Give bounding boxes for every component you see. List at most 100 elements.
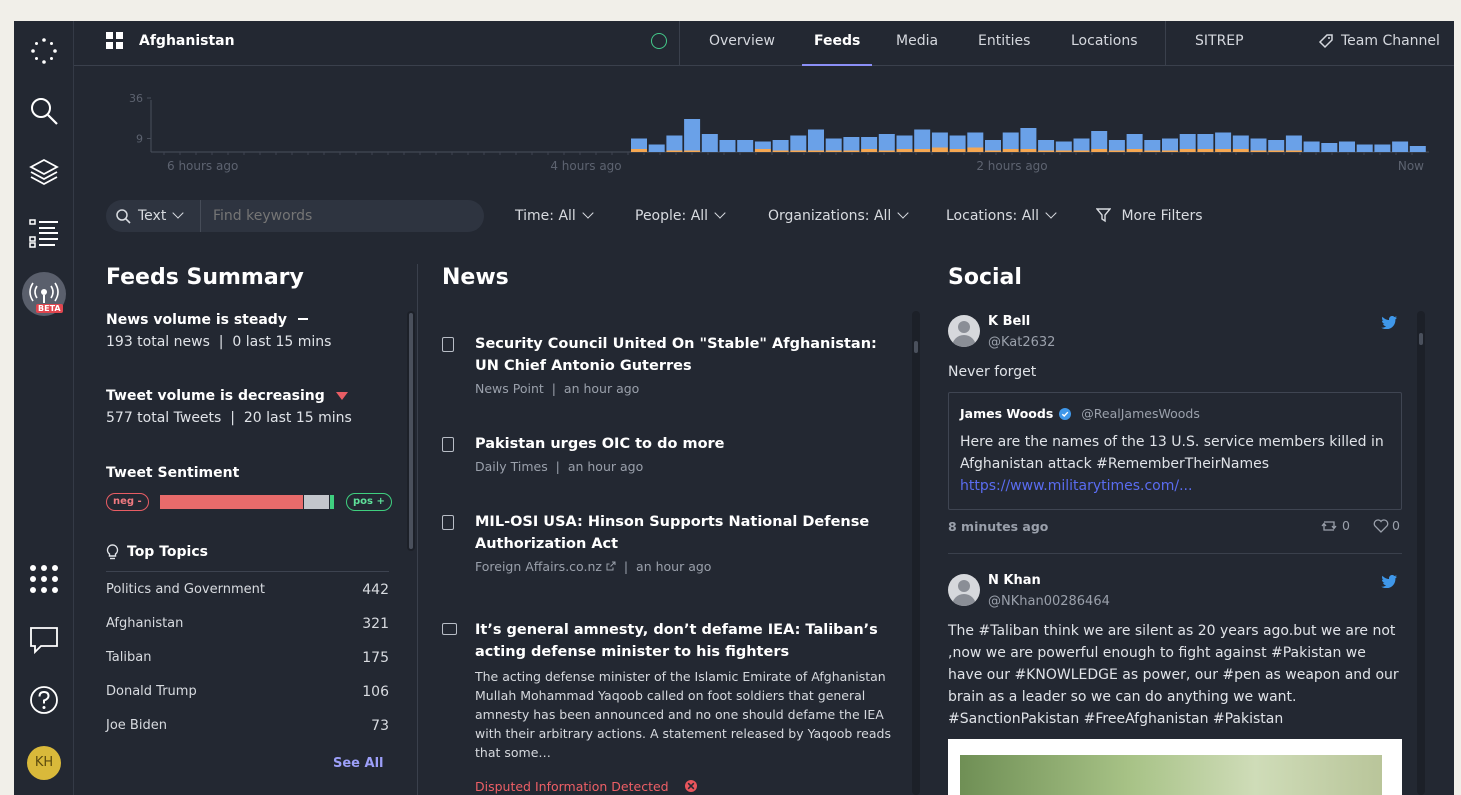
- histogram-bar-social[interactable]: [825, 138, 842, 151]
- news-scrollbar[interactable]: [912, 311, 920, 795]
- histogram-bar-news[interactable]: [985, 150, 1001, 153]
- tab-overview[interactable]: Overview: [709, 21, 775, 66]
- histogram-bar-social[interactable]: [843, 137, 860, 151]
- disputed-info-flag[interactable]: Disputed Information Detected: [475, 778, 902, 794]
- histogram-bar-social[interactable]: [931, 132, 948, 148]
- tab-entities[interactable]: Entities: [978, 21, 1030, 66]
- histogram-bar-social[interactable]: [719, 140, 736, 152]
- topic-row[interactable]: Politics and Government 442: [106, 582, 389, 602]
- histogram-bar-social[interactable]: [949, 135, 966, 150]
- more-filters-button[interactable]: More Filters: [1095, 200, 1203, 232]
- time-filter-dropdown[interactable]: Time: All: [515, 200, 594, 232]
- histogram-bar-social[interactable]: [701, 134, 718, 152]
- histogram-bar-news[interactable]: [1144, 150, 1161, 153]
- summary-scroll-thumb[interactable]: [409, 313, 413, 549]
- app-logo-icon[interactable]: [14, 31, 74, 71]
- social-scrollbar[interactable]: [1417, 311, 1425, 795]
- histogram-bar-news[interactable]: [1197, 149, 1214, 152]
- histogram-bar-news[interactable]: [1215, 149, 1232, 152]
- histogram-bar-social[interactable]: [1250, 138, 1267, 151]
- histogram-bar-social[interactable]: [1339, 141, 1355, 153]
- histogram-bar-social[interactable]: [878, 134, 895, 151]
- tab-media[interactable]: Media: [896, 21, 938, 66]
- tweet-author-handle[interactable]: @Kat2632: [988, 335, 1055, 350]
- layers-icon[interactable]: [14, 152, 74, 192]
- histogram-bar-social[interactable]: [1197, 134, 1214, 149]
- chat-icon[interactable]: [14, 620, 74, 660]
- tweet-author-avatar[interactable]: [948, 574, 980, 606]
- quoted-author-name[interactable]: James Woods: [960, 406, 1053, 421]
- news-item[interactable]: Pakistan urges OIC to do more Daily Time…: [442, 433, 902, 474]
- news-item[interactable]: It’s general amnesty, don’t defame IEA: …: [442, 619, 902, 794]
- tweet-author-name[interactable]: K Bell: [988, 314, 1030, 329]
- team-channel-button[interactable]: Team Channel: [1318, 21, 1440, 61]
- histogram-bar-social[interactable]: [1374, 144, 1391, 153]
- histogram-bar-social[interactable]: [808, 129, 824, 151]
- histogram-bar-social[interactable]: [1002, 132, 1019, 150]
- histogram-bar-social[interactable]: [896, 135, 913, 150]
- histogram-bar-news[interactable]: [843, 150, 860, 153]
- search-icon[interactable]: [14, 91, 74, 131]
- histogram-bar-news[interactable]: [1285, 150, 1302, 153]
- histogram-bar-news[interactable]: [1268, 150, 1285, 153]
- histogram-bar-news[interactable]: [861, 149, 878, 152]
- quoted-tweet[interactable]: James Woods @RealJamesWoods Here are the…: [948, 392, 1402, 510]
- histogram-bar-social[interactable]: [772, 140, 789, 151]
- histogram-bar-social[interactable]: [1285, 135, 1302, 151]
- histogram-bar-social[interactable]: [648, 144, 665, 153]
- histogram-bar-news[interactable]: [684, 150, 701, 153]
- histogram-bar-social[interactable]: [1268, 140, 1285, 151]
- histogram-bar-social[interactable]: [1055, 141, 1072, 151]
- topic-row[interactable]: Taliban 175: [106, 650, 389, 670]
- people-filter-dropdown[interactable]: People: All: [635, 200, 726, 232]
- histogram-bar-social[interactable]: [1392, 141, 1409, 153]
- external-link-icon[interactable]: [606, 561, 616, 571]
- histogram-bar-social[interactable]: [1409, 146, 1426, 152]
- histogram-bar-social[interactable]: [1321, 143, 1338, 152]
- histogram-bar-news[interactable]: [1126, 149, 1143, 152]
- histogram-bar-social[interactable]: [967, 132, 984, 148]
- histogram-bar-news[interactable]: [931, 147, 948, 153]
- tweet-author-handle[interactable]: @NKhan00286464: [988, 594, 1110, 609]
- histogram-bar-social[interactable]: [1073, 138, 1090, 151]
- histogram-bar-social[interactable]: [1232, 135, 1249, 150]
- histogram-bar-news[interactable]: [1091, 149, 1108, 152]
- quoted-author-handle[interactable]: @RealJamesWoods: [1081, 406, 1200, 421]
- tab-sitrep[interactable]: SITREP: [1195, 21, 1244, 66]
- histogram-bar-social[interactable]: [1020, 128, 1037, 149]
- tab-feeds[interactable]: Feeds: [802, 21, 873, 66]
- histogram-bar-social[interactable]: [631, 138, 647, 150]
- histogram-bar-news[interactable]: [1179, 149, 1196, 152]
- histogram-bar-news[interactable]: [1002, 149, 1019, 152]
- histogram-bar-social[interactable]: [790, 135, 807, 151]
- apps-grid-icon[interactable]: [14, 559, 74, 599]
- histogram-bar-social[interactable]: [1303, 141, 1320, 153]
- histogram-bar-news[interactable]: [1162, 150, 1178, 153]
- histogram-bar-social[interactable]: [1179, 134, 1196, 149]
- histogram-bar-social[interactable]: [666, 135, 683, 151]
- histogram-bar-social[interactable]: [1356, 144, 1373, 153]
- news-headline[interactable]: MIL-OSI USA: Hinson Supports National De…: [475, 511, 902, 555]
- locations-filter-dropdown[interactable]: Locations: All: [946, 200, 1057, 232]
- histogram-bar-news[interactable]: [631, 149, 647, 152]
- twitter-bird-icon[interactable]: [1381, 316, 1397, 329]
- histogram-bar-news[interactable]: [1073, 150, 1090, 153]
- news-headline[interactable]: Security Council United On "Stable" Afgh…: [475, 333, 902, 377]
- histogram-bar-news[interactable]: [808, 150, 824, 153]
- news-headline[interactable]: Pakistan urges OIC to do more: [475, 433, 902, 455]
- histogram-bar-social[interactable]: [914, 129, 931, 150]
- see-all-topics-link[interactable]: See All: [333, 756, 384, 771]
- help-icon[interactable]: [14, 680, 74, 720]
- histogram-bar-social[interactable]: [861, 137, 878, 149]
- quoted-tweet-link[interactable]: https://www.militarytimes.com/...: [960, 475, 1192, 497]
- histogram-bar-news[interactable]: [896, 149, 913, 152]
- tweet-author-avatar[interactable]: [948, 315, 980, 347]
- histogram-bar-news[interactable]: [878, 150, 895, 153]
- histogram-bar-social[interactable]: [1144, 140, 1161, 151]
- search-mode-dropdown[interactable]: Text: [138, 200, 184, 232]
- tweet-media-image[interactable]: [948, 739, 1402, 795]
- histogram-bar-social[interactable]: [1126, 134, 1143, 149]
- topic-row[interactable]: Donald Trump 106: [106, 684, 389, 704]
- histogram-bar-news[interactable]: [772, 150, 789, 153]
- histogram-bar-news[interactable]: [1232, 149, 1249, 152]
